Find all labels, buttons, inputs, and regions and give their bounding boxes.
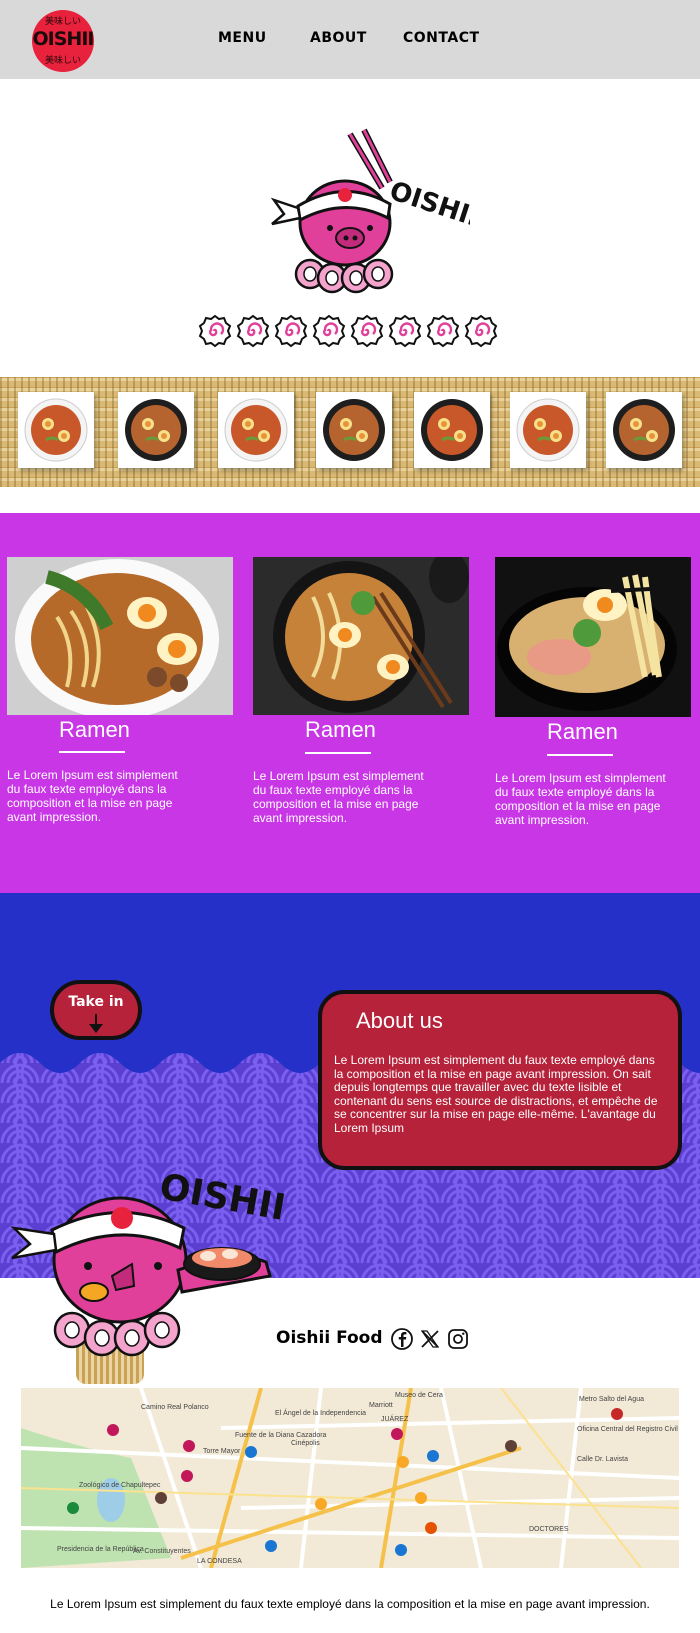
octopus-mascot-icon: OISHII xyxy=(270,128,470,294)
nav-link-menu[interactable]: MENU xyxy=(218,30,267,46)
hero-brand-word: OISHII xyxy=(386,176,470,233)
map-label: DOCTORES xyxy=(529,1526,569,1533)
menu-card[interactable]: Ramen Le Lorem Ipsum est simplement du f… xyxy=(495,557,691,827)
card-title: Ramen xyxy=(59,717,130,742)
about-title: About us xyxy=(356,1008,443,1033)
logo-kana-bottom: 美味しい xyxy=(44,56,81,66)
footer-brand: Oishii Food xyxy=(276,1328,383,1348)
nav-link-about[interactable]: ABOUT xyxy=(310,30,367,46)
card-divider xyxy=(547,754,613,756)
octopus-sushi-mascot-icon: OISHII xyxy=(10,1166,288,1357)
instagram-icon[interactable] xyxy=(446,1327,470,1351)
card-description: Le Lorem Ipsum est simplement du faux te… xyxy=(253,769,424,825)
naruto-icon xyxy=(274,314,308,348)
oishii-logo[interactable]: 美味しい OISHII 美味しい xyxy=(32,10,94,72)
ramen-photo xyxy=(495,557,691,717)
card-description: Le Lorem Ipsum est simplement du faux te… xyxy=(495,771,666,827)
card-divider xyxy=(59,751,125,753)
naruto-icon xyxy=(312,314,346,348)
ramen-bowl-photo xyxy=(510,392,586,468)
logo-text: OISHII xyxy=(32,28,94,50)
map-label: LA CONDESA xyxy=(197,1558,242,1565)
card-title: Ramen xyxy=(547,719,618,744)
menu-card[interactable]: Ramen Le Lorem Ipsum est simplement du f… xyxy=(7,557,233,827)
naruto-icon xyxy=(388,314,422,348)
about-text: Le Lorem Ipsum est simplement du faux te… xyxy=(334,1053,658,1135)
naruto-icon xyxy=(236,314,270,348)
naruto-icon xyxy=(350,314,384,348)
take-in-button[interactable]: Take in xyxy=(50,980,142,1040)
map-label: El Ángel de la Independencia xyxy=(275,1410,367,1417)
x-icon[interactable] xyxy=(418,1327,442,1351)
about-us-card: About us Le Lorem Ipsum est simplement d… xyxy=(318,990,682,1170)
map-label: Oficina Central del Registro Civil xyxy=(577,1426,678,1433)
map-label: Torre Mayor xyxy=(203,1448,241,1455)
footer-mascot-word: OISHII xyxy=(156,1166,288,1228)
map-label: Calle Dr. Lavista xyxy=(577,1456,628,1463)
map-label: Camino Real Polanco xyxy=(141,1404,209,1411)
facebook-icon[interactable] xyxy=(390,1327,414,1351)
arrow-down-icon xyxy=(89,1014,103,1033)
ramen-bowl-photo xyxy=(18,392,94,468)
nav-link-contact[interactable]: CONTACT xyxy=(403,30,480,46)
ramen-bowl-photo xyxy=(118,392,194,468)
map-label: Metro Salto del Agua xyxy=(579,1396,644,1403)
take-in-label: Take in xyxy=(68,994,124,1010)
map-label: Fuente de la Diana Cazadora xyxy=(235,1432,327,1439)
footer-text: Le Lorem Ipsum est simplement du faux te… xyxy=(50,1597,650,1611)
naruto-row xyxy=(198,314,498,348)
ramen-bowl-photo xyxy=(316,392,392,468)
ramen-bowl-photo xyxy=(414,392,490,468)
naruto-icon xyxy=(426,314,460,348)
bamboo-mat-strip xyxy=(0,377,700,487)
card-divider xyxy=(305,752,371,754)
map-label: Cinépolis xyxy=(291,1440,320,1447)
ramen-photo xyxy=(7,557,233,715)
map-label: JUÁREZ xyxy=(381,1416,409,1423)
ramen-photo xyxy=(253,557,469,715)
naruto-icon xyxy=(464,314,498,348)
map-label: Zoológico de Chapultepec xyxy=(79,1482,161,1489)
ramen-bowl-photo xyxy=(218,392,294,468)
location-map[interactable]: Museo de Cera Marriott Metro Salto del A… xyxy=(21,1388,679,1568)
card-description: Le Lorem Ipsum est simplement du faux te… xyxy=(7,768,178,824)
map-label: Museo de Cera xyxy=(395,1392,443,1399)
menu-card[interactable]: Ramen Le Lorem Ipsum est simplement du f… xyxy=(253,557,469,827)
map-label: Av. Constituyentes xyxy=(133,1548,191,1555)
naruto-icon xyxy=(198,314,232,348)
logo-kana-top: 美味しい xyxy=(44,17,81,27)
map-label: Presidencia de la República xyxy=(57,1546,144,1553)
top-navbar: 美味しい OISHII 美味しい MENU ABOUT CONTACT xyxy=(0,0,700,79)
ramen-bowl-photo xyxy=(606,392,682,468)
map-label: Marriott xyxy=(369,1402,393,1409)
card-title: Ramen xyxy=(305,717,376,742)
